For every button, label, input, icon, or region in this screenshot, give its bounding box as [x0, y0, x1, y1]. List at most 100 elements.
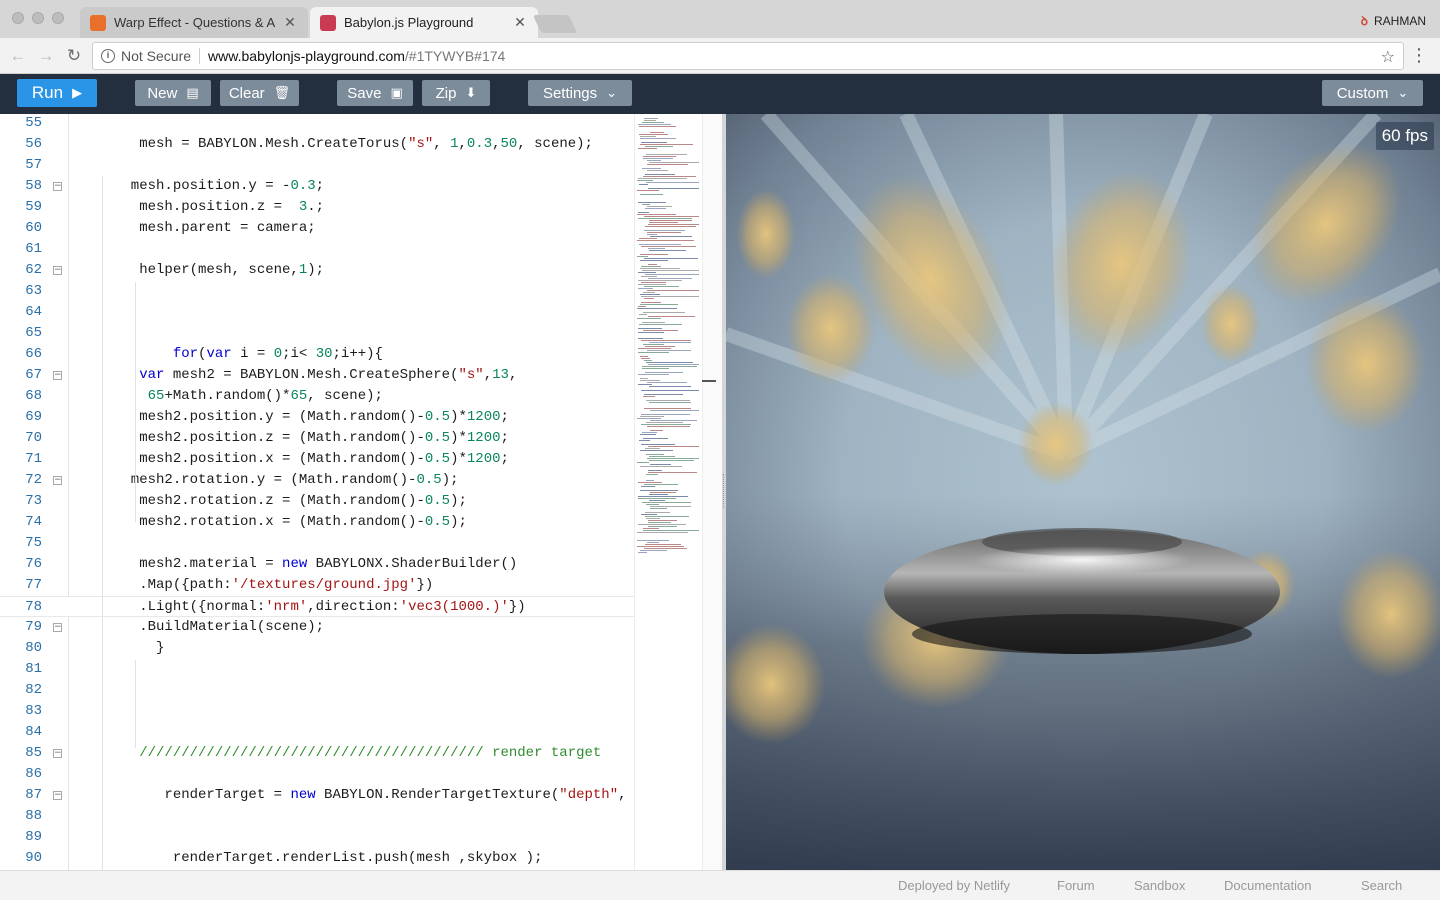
- code-line[interactable]: 86: [0, 764, 634, 785]
- fold-toggle-icon[interactable]: −: [53, 266, 62, 275]
- line-number: 89: [25, 829, 42, 845]
- close-icon[interactable]: ✕: [282, 14, 298, 31]
- code-line[interactable]: 65: [0, 323, 634, 344]
- code-line[interactable]: 77 .Map({path:'/textures/ground.jpg'}): [0, 575, 634, 596]
- window-close-icon[interactable]: [12, 12, 24, 24]
- code-line[interactable]: 68 65+Math.random()*65, scene);: [0, 386, 634, 407]
- minimap-line: [644, 548, 687, 549]
- browser-menu-icon[interactable]: ⋮: [1410, 46, 1428, 64]
- fold-toggle-icon[interactable]: −: [53, 749, 62, 758]
- url-input[interactable]: i Not Secure www.babylonjs-playground.co…: [92, 42, 1404, 70]
- new-button[interactable]: New ▤: [135, 80, 211, 106]
- code-line[interactable]: 72 − mesh2.rotation.y = (Math.random()-0.…: [0, 470, 634, 491]
- code-line[interactable]: 62 − helper(mesh, scene,1);: [0, 260, 634, 281]
- chevron-down-icon: ⌄: [1397, 85, 1409, 100]
- editor-scrollbar[interactable]: [702, 114, 722, 870]
- code-text: mesh = BABYLON.Mesh.CreateTorus("s", 1,0…: [72, 136, 593, 152]
- fold-toggle-icon[interactable]: −: [53, 476, 62, 485]
- minimap-line: [650, 492, 676, 493]
- window-minimize-icon[interactable]: [32, 12, 44, 24]
- code-line[interactable]: 67 − var mesh2 = BABYLON.Mesh.CreateSpher…: [0, 365, 634, 386]
- code-line[interactable]: 56 mesh = BABYLON.Mesh.CreateTorus("s", …: [0, 134, 634, 155]
- code-line[interactable]: 60 mesh.parent = camera;: [0, 218, 634, 239]
- minimap-line: [640, 356, 648, 357]
- back-arrow-icon[interactable]: ←: [8, 45, 28, 67]
- fold-toggle-icon[interactable]: −: [53, 182, 62, 191]
- line-number: 76: [25, 556, 42, 572]
- minimap-line: [638, 496, 688, 497]
- fold-toggle-icon[interactable]: −: [53, 623, 62, 632]
- footer-link-documentation[interactable]: Documentation: [1224, 878, 1311, 893]
- code-line[interactable]: 55: [0, 114, 634, 134]
- footer-link-sandbox[interactable]: Sandbox: [1134, 878, 1185, 893]
- minimap-line: [643, 438, 668, 439]
- code-line[interactable]: 58 − mesh.position.y = -0.3;: [0, 176, 634, 197]
- new-tab-button[interactable]: [532, 15, 578, 33]
- bookmark-star-icon[interactable]: ☆: [1381, 47, 1395, 67]
- minimap-line: [643, 396, 655, 397]
- footer-link-forum[interactable]: Forum: [1057, 878, 1095, 893]
- profile-button[interactable]: ꝺ RAHMAN: [1361, 12, 1426, 29]
- footer-link-netlify[interactable]: Deployed by Netlify: [898, 878, 1010, 893]
- settings-dropdown[interactable]: Settings ⌄: [528, 80, 632, 106]
- reload-icon[interactable]: ↻: [64, 45, 84, 67]
- line-number: 63: [25, 283, 42, 299]
- fps-counter: 60 fps: [1375, 122, 1434, 150]
- minimap-line: [643, 530, 699, 531]
- code-editor[interactable]: 55 56 mesh = BABYLON.Mesh.CreateTorus("s"…: [0, 114, 722, 870]
- minimap-line: [649, 494, 668, 495]
- minimap-slider[interactable]: [702, 380, 716, 382]
- minimap-line: [640, 254, 668, 255]
- code-line[interactable]: 84: [0, 722, 634, 743]
- code-text: .BuildMaterial(scene);: [72, 619, 325, 635]
- fold-toggle-icon[interactable]: −: [53, 791, 62, 800]
- code-line[interactable]: 85 − ////////////////////////////////////…: [0, 743, 634, 764]
- minimap-line: [645, 516, 689, 517]
- code-line[interactable]: 89: [0, 827, 634, 848]
- run-button[interactable]: Run ▶: [17, 79, 97, 107]
- code-line[interactable]: 73 mesh2.rotation.z = (Math.random()-0.5…: [0, 491, 634, 512]
- code-line[interactable]: 59 mesh.position.z = 3.;: [0, 197, 634, 218]
- code-line[interactable]: 61: [0, 239, 634, 260]
- tab-babylon-playground[interactable]: Babylon.js Playground ✕: [310, 7, 538, 38]
- code-line[interactable]: 88: [0, 806, 634, 827]
- code-line[interactable]: 87 − renderTarget = new BABYLON.RenderTar…: [0, 785, 634, 806]
- footer-link-search[interactable]: Search: [1361, 878, 1402, 893]
- code-line[interactable]: 74 mesh2.rotation.x = (Math.random()-0.5…: [0, 512, 634, 533]
- minimap-line: [646, 400, 690, 401]
- code-line[interactable]: 63: [0, 281, 634, 302]
- code-line[interactable]: 90 renderTarget.renderList.push(mesh ,sk…: [0, 848, 634, 869]
- clear-button[interactable]: Clear 🗑: [220, 80, 299, 106]
- code-minimap[interactable]: [634, 114, 702, 870]
- code-line[interactable]: 66 for(var i = 0;i< 30;i++){: [0, 344, 634, 365]
- custom-dropdown[interactable]: Custom ⌄: [1322, 80, 1423, 106]
- window-maximize-icon[interactable]: [52, 12, 64, 24]
- minimap-line: [645, 544, 681, 545]
- code-line[interactable]: 79 − .BuildMaterial(scene);: [0, 617, 634, 638]
- save-button[interactable]: Save ▣: [337, 80, 413, 106]
- code-line[interactable]: 70 mesh2.position.z = (Math.random()-0.5…: [0, 428, 634, 449]
- code-line[interactable]: 69 mesh2.position.y = (Math.random()-0.5…: [0, 407, 634, 428]
- code-line[interactable]: 78 .Light({normal:'nrm',direction:'vec3(…: [0, 596, 634, 617]
- code-line[interactable]: 80 }: [0, 638, 634, 659]
- minimap-line: [638, 332, 664, 333]
- code-line[interactable]: 71 mesh2.position.x = (Math.random()-0.5…: [0, 449, 634, 470]
- forward-arrow-icon[interactable]: →: [36, 45, 56, 67]
- tab-warp-effect[interactable]: Warp Effect - Questions & Ans ✕: [80, 7, 308, 38]
- indent-guide: [102, 176, 103, 870]
- minimap-line: [650, 236, 692, 237]
- code-line[interactable]: 75: [0, 533, 634, 554]
- minimap-line: [639, 184, 648, 185]
- code-line[interactable]: 81: [0, 659, 634, 680]
- render-canvas[interactable]: 60 fps: [726, 114, 1440, 870]
- info-icon[interactable]: i: [101, 49, 115, 63]
- code-line[interactable]: 82: [0, 680, 634, 701]
- code-line[interactable]: 76 mesh2.material = new BABYLONX.ShaderB…: [0, 554, 634, 575]
- code-line[interactable]: 57: [0, 155, 634, 176]
- zip-button[interactable]: Zip ⬇: [422, 80, 490, 106]
- fold-toggle-icon[interactable]: −: [53, 371, 62, 380]
- minimap-line: [649, 460, 694, 461]
- code-line[interactable]: 64: [0, 302, 634, 323]
- code-line[interactable]: 83: [0, 701, 634, 722]
- close-icon[interactable]: ✕: [512, 14, 528, 31]
